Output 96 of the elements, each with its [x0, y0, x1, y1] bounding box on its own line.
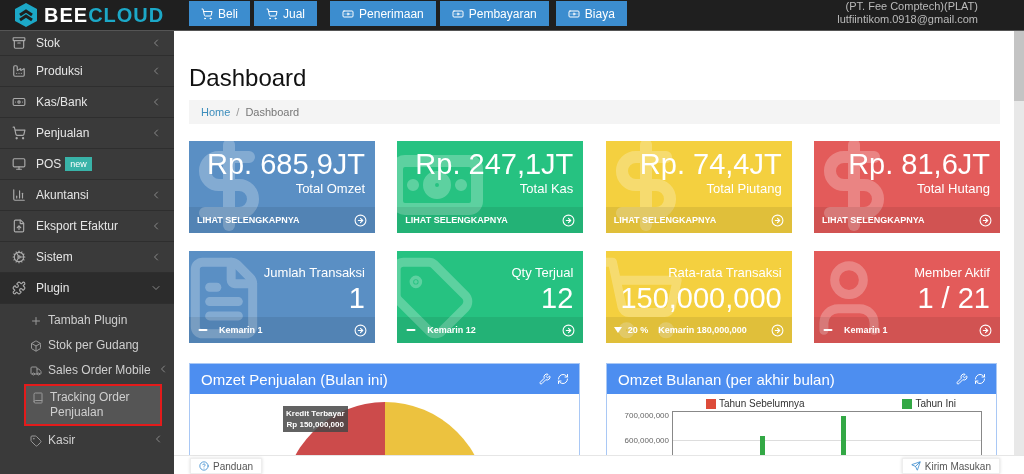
- user-email: lutfiintikom.0918@gmail.com: [837, 13, 978, 26]
- sidebar-label: Eksport Efaktur: [36, 219, 119, 233]
- banknote-icon: [567, 7, 580, 20]
- stat-value: 1: [348, 281, 365, 315]
- wrench-icon[interactable]: [956, 373, 968, 385]
- summary-label: Total Omzet: [295, 181, 365, 197]
- summary-value: Rp. 74,4JT: [639, 147, 782, 181]
- tag-icon: [30, 435, 42, 447]
- sidebar-label: Produksi: [36, 64, 83, 78]
- panel-title: Omzet Penjualan (Bulan ini): [201, 370, 389, 388]
- comparison-text: Kemarin 180,000,000: [658, 325, 747, 335]
- submenu-item[interactable]: Kasir: [0, 428, 174, 453]
- submenu-label: Kasir: [48, 433, 77, 448]
- toolbar-button[interactable]: Biaya: [555, 1, 627, 26]
- breadcrumb-current: Dashboard: [245, 106, 300, 118]
- submenu-item[interactable]: Sales Order Mobile: [0, 358, 174, 383]
- cart-icon: [12, 126, 26, 140]
- cart-icon: [201, 7, 213, 20]
- summary-value: Rp. 685,9JT: [207, 147, 365, 181]
- sidebar-label: Penjualan: [36, 126, 90, 140]
- scrollbar-thumb[interactable]: [1014, 31, 1024, 101]
- toolbar-button[interactable]: Pembayaran: [439, 1, 549, 26]
- toolbar-button[interactable]: Penerimaan: [330, 1, 436, 26]
- legend-label: Tahun Sebelumnya: [719, 398, 805, 409]
- cart-icon: [266, 7, 278, 20]
- axis-label: 600,000,000: [624, 436, 669, 445]
- stat-value: 12: [541, 281, 574, 315]
- refresh-icon[interactable]: [974, 373, 986, 385]
- sidebar-item[interactable]: Plugin: [0, 273, 174, 304]
- summary-label: Total Hutang: [917, 181, 990, 197]
- submenu-label: Stok per Gudang: [48, 338, 140, 353]
- monitor-icon: [12, 157, 26, 171]
- submenu-item[interactable]: Tracking Order Penjualan: [24, 384, 162, 426]
- arrow-right-icon[interactable]: [354, 213, 367, 227]
- book-icon: [32, 392, 44, 404]
- arrow-right-icon[interactable]: [979, 213, 992, 227]
- feedback-button[interactable]: Kirim Masukan: [901, 458, 1000, 474]
- page-title: Dashboard: [189, 63, 308, 93]
- banknote-icon: [12, 95, 26, 109]
- stat-value: 150,000,000: [620, 281, 782, 315]
- help-icon: [199, 461, 209, 471]
- sidebar-label: Sistem: [36, 250, 73, 264]
- chart-tooltip: Kredit Terbayar Rp 150,000,000: [283, 406, 348, 432]
- help-button[interactable]: Panduan: [190, 458, 263, 474]
- toolbar-button[interactable]: Jual: [254, 1, 318, 26]
- stat-value: 1 / 21: [917, 281, 990, 315]
- legend-label: Tahun Ini: [915, 398, 956, 409]
- submenu-label: Tracking Order Penjualan: [50, 390, 131, 420]
- arrow-right-icon[interactable]: [770, 323, 784, 337]
- stat-label: Member Aktif: [914, 265, 990, 281]
- toolbar-button[interactable]: Beli: [189, 1, 250, 26]
- panel-title: Omzet Bulanan (per akhir bulan): [618, 370, 836, 388]
- sidebar-label: Akuntansi: [36, 188, 89, 202]
- sidebar-label: Stok: [36, 36, 60, 50]
- submenu-item[interactable]: Stok per Gudang: [0, 333, 174, 358]
- breadcrumb-separator: /: [236, 106, 240, 118]
- summary-value: Rp. 81,6JT: [848, 147, 990, 181]
- new-badge: new: [65, 157, 92, 171]
- banknote-icon: [342, 7, 355, 20]
- arrow-right-icon[interactable]: [770, 213, 784, 227]
- submenu-label: Sales Order Mobile: [48, 363, 151, 378]
- truck-icon: [30, 365, 42, 377]
- bar-chart-icon: [12, 188, 26, 202]
- plus-icon: [30, 315, 42, 327]
- gear-icon: [12, 250, 26, 264]
- comparison-text: Kemarin 1: [219, 325, 263, 335]
- archive-icon: [12, 36, 26, 50]
- arrow-right-icon[interactable]: [562, 323, 576, 337]
- wrench-icon[interactable]: [539, 373, 551, 385]
- stat-label: Rata-rata Transaksi: [668, 265, 782, 281]
- stat-label: Jumlah Transaksi: [263, 265, 365, 281]
- comparison-text: Kemarin 1: [844, 325, 888, 335]
- refresh-icon[interactable]: [557, 373, 569, 385]
- sidebar-label: Kas/Bank: [36, 95, 88, 109]
- arrow-right-icon[interactable]: [562, 213, 576, 227]
- change-percent: 20 %: [627, 325, 649, 335]
- brand-name: BEECLOUD: [44, 3, 165, 27]
- puzzle-icon: [12, 281, 26, 295]
- sidebar-label: POS: [36, 157, 62, 171]
- arrow-right-icon[interactable]: [979, 323, 992, 337]
- send-icon: [910, 461, 921, 471]
- comparison-text: Kemarin 12: [427, 325, 476, 335]
- stat-label: Qty Terjual: [511, 265, 574, 281]
- sidebar-label: Plugin: [36, 281, 70, 295]
- upload-icon: [12, 219, 26, 233]
- box-icon: [30, 340, 42, 352]
- axis-label: 700,000,000: [624, 411, 669, 420]
- submenu-label: Tambah Plugin: [48, 313, 129, 328]
- arrow-right-icon[interactable]: [354, 323, 367, 337]
- submenu-item[interactable]: Tambah Plugin: [0, 308, 174, 333]
- summary-value: Rp. 247,1JT: [415, 147, 574, 181]
- summary-label: Total Kas: [519, 181, 574, 197]
- factory-icon: [12, 64, 26, 78]
- banknote-icon: [451, 7, 464, 20]
- company-name: (PT. Fee Comptech)(PLAT): [844, 0, 978, 13]
- summary-label: Total Piutang: [706, 181, 782, 197]
